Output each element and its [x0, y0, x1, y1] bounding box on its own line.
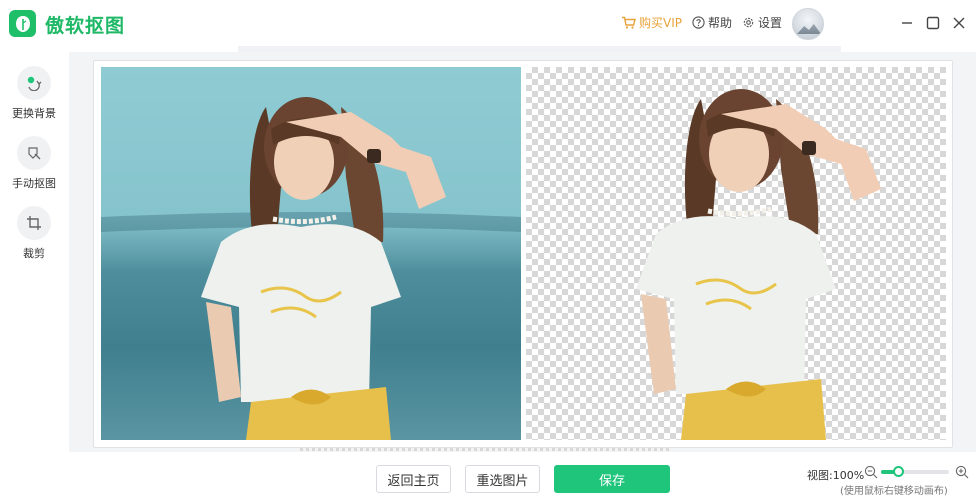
cutout-figure — [636, 89, 881, 440]
tool-icon-wrapper — [17, 206, 51, 240]
original-photo-figure — [101, 97, 521, 440]
sidebar-item-label: 裁剪 — [23, 247, 45, 260]
crop-icon — [27, 216, 41, 230]
app-title: 傲软抠图 — [45, 15, 126, 37]
close-icon — [953, 17, 965, 29]
title-bar: 傲软抠图 购买VIP 帮助 设置 — [0, 0, 976, 46]
zoom-slider[interactable] — [881, 466, 949, 477]
app-logo — [9, 10, 36, 37]
user-avatar[interactable] — [792, 8, 824, 40]
back-to-home-button[interactable]: 返回主页 — [376, 465, 451, 493]
settings-button[interactable]: 设置 — [742, 14, 782, 31]
maximize-button[interactable] — [924, 14, 942, 32]
help-icon — [692, 16, 705, 29]
sidebar-item-manual-cutout[interactable]: 手动抠图 — [0, 136, 68, 191]
tool-icon-wrapper — [17, 136, 51, 170]
canvas-scrollbar[interactable] — [300, 448, 670, 451]
manual-cutout-icon — [28, 147, 41, 160]
save-button[interactable]: 保存 — [554, 465, 670, 493]
zoom-out-button[interactable] — [864, 464, 878, 483]
sidebar-item-crop[interactable]: 裁剪 — [0, 206, 68, 261]
zoom-in-button[interactable] — [955, 464, 969, 483]
gear-icon — [743, 17, 754, 28]
tool-icon-wrapper — [17, 66, 51, 100]
minimize-icon — [902, 22, 912, 24]
settings-label: 设置 — [758, 16, 783, 30]
cart-icon — [622, 16, 636, 29]
replace-background-icon — [27, 76, 42, 91]
zoom-level-label: 视图:100% — [807, 469, 865, 482]
sidebar-item-label: 手动抠图 — [12, 177, 56, 190]
zoom-out-icon — [864, 465, 878, 479]
close-button[interactable] — [950, 14, 968, 32]
sidebar-item-label: 更换背景 — [12, 107, 56, 120]
reselect-image-button[interactable]: 重选图片 — [465, 465, 540, 493]
buy-vip-button[interactable]: 购买VIP — [621, 14, 682, 31]
header-actions: 购买VIP 帮助 设置 — [621, 14, 792, 31]
zoom-slider-handle[interactable] — [893, 466, 904, 477]
zoom-in-icon — [955, 465, 969, 479]
help-label: 帮助 — [708, 16, 733, 30]
minimize-button[interactable] — [898, 14, 916, 32]
app-window: 傲软抠图 购买VIP 帮助 设置 更换背景 手动抠图 裁剪 返回主页 重选图片 … — [0, 0, 976, 500]
leaf-icon — [15, 15, 30, 32]
cutout-result-image — [526, 67, 946, 440]
help-button[interactable]: 帮助 — [692, 14, 732, 31]
maximize-icon — [926, 16, 940, 30]
tool-sidebar: 更换背景 手动抠图 裁剪 — [0, 55, 68, 435]
canvas-move-hint: (使用鼠标右键移动画布) — [840, 486, 948, 497]
sidebar-item-replace-background[interactable]: 更换背景 — [0, 66, 68, 121]
buy-vip-label: 购买VIP — [639, 16, 682, 30]
original-image — [101, 67, 521, 440]
